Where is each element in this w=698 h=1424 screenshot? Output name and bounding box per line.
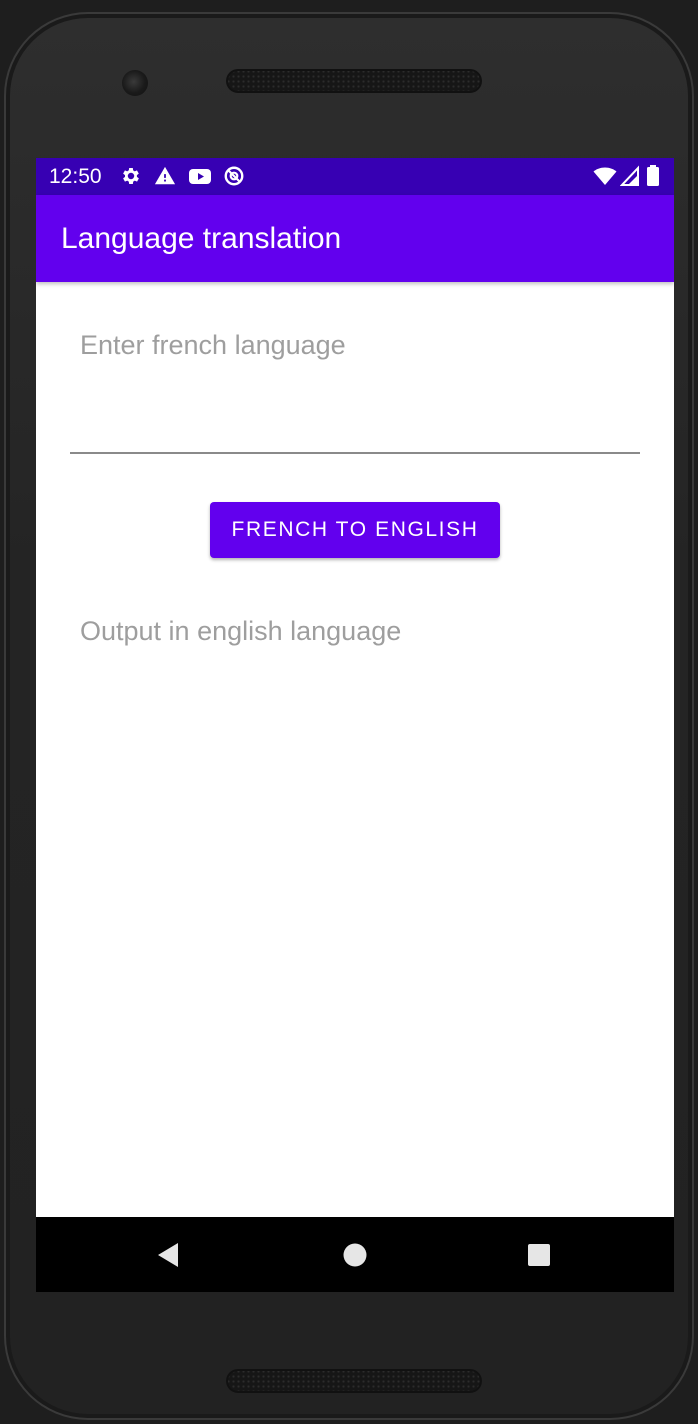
system-navigation-bar xyxy=(36,1217,674,1292)
french-input-hint: Enter french language xyxy=(80,330,346,360)
back-icon[interactable] xyxy=(149,1235,189,1275)
app-title: Language translation xyxy=(61,222,342,255)
front-camera xyxy=(122,70,148,96)
home-icon[interactable] xyxy=(335,1235,375,1275)
english-output-text: Output in english language xyxy=(80,616,402,646)
signal-icon xyxy=(619,165,642,187)
phone-device-frame: 12:50 Language translation Enter french … xyxy=(4,12,694,1420)
wifi-icon xyxy=(593,165,617,187)
recents-icon[interactable] xyxy=(519,1235,559,1275)
warning-icon xyxy=(154,165,176,187)
top-speaker-grille xyxy=(226,69,482,93)
phone-screen: 12:50 Language translation Enter french … xyxy=(36,158,674,1292)
status-bar: 12:50 xyxy=(36,158,674,195)
status-time: 12:50 xyxy=(49,165,102,188)
settings-icon xyxy=(120,165,142,187)
sync-icon xyxy=(223,165,245,187)
youtube-icon xyxy=(188,165,211,187)
bottom-speaker-grille xyxy=(226,1369,482,1393)
app-toolbar: Language translation xyxy=(36,195,674,282)
french-to-english-button[interactable]: French to English xyxy=(210,502,500,558)
main-content: Enter french language French to English … xyxy=(36,282,674,1217)
battery-icon xyxy=(646,165,668,187)
